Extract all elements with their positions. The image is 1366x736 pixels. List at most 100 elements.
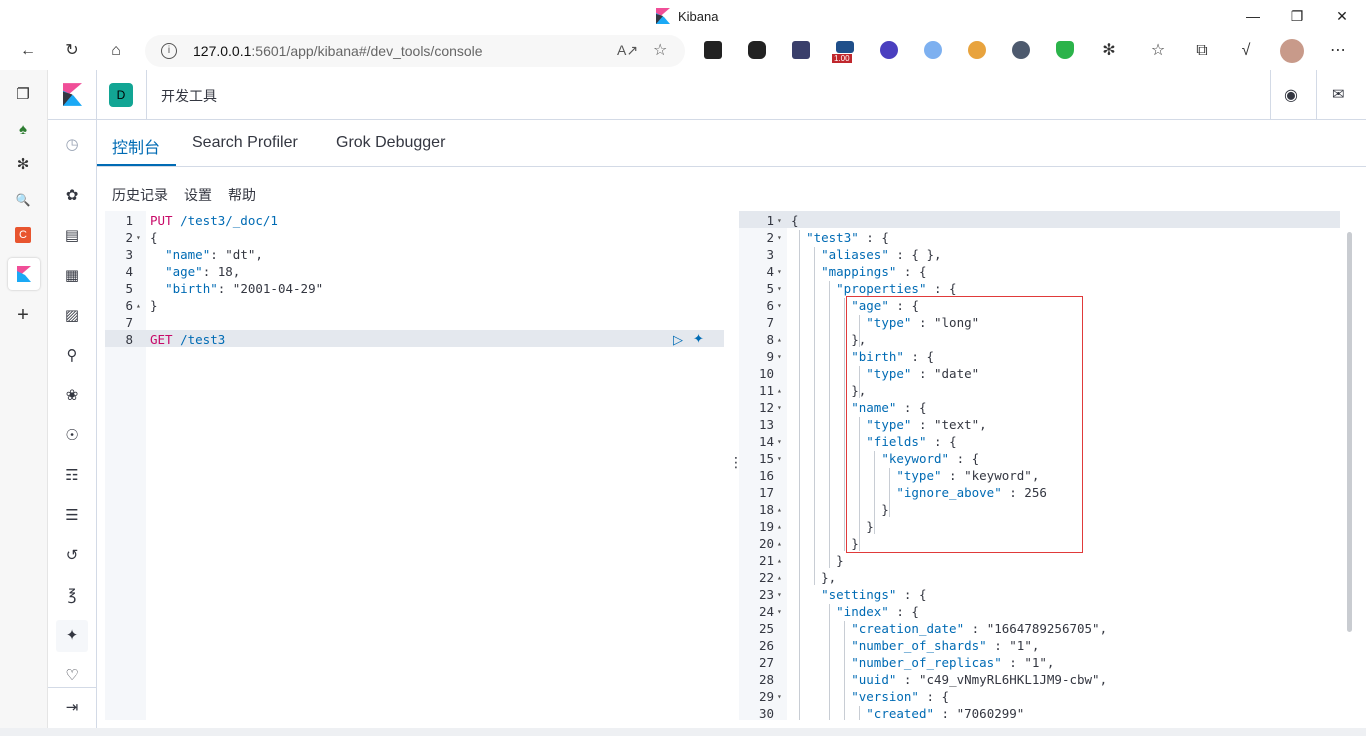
request-editor[interactable]: 1 PUT /test3/_doc/1 2 ▾{3 "name": "dt", 4 "a… <box>105 211 724 720</box>
tab-search-profiler[interactable]: Search Profiler <box>192 134 298 152</box>
canvas-icon[interactable]: ▨ <box>62 306 82 326</box>
extension-icon-6[interactable] <box>924 41 942 59</box>
code-text: "creation_date" : "1664789256705", <box>851 621 1108 636</box>
profile-avatar[interactable] <box>1280 39 1304 63</box>
site-info-icon[interactable]: i <box>161 43 177 59</box>
breadcrumb: 开发工具 <box>161 88 217 104</box>
header-separator <box>1270 70 1271 120</box>
maps-icon[interactable]: ⚲ <box>62 346 82 366</box>
request-line: 4 "age": 18, <box>105 263 724 280</box>
line-number: 15 <box>758 451 774 466</box>
nav-item-dev-tools[interactable]: ✦ <box>56 620 88 652</box>
fold-open-icon[interactable]: ▾ <box>777 433 782 450</box>
tab-console[interactable]: 控制台 <box>112 134 160 158</box>
fold-close-icon[interactable]: ▴ <box>777 552 782 569</box>
sidebar-app-icon-1[interactable]: ♠ <box>13 120 33 140</box>
fold-open-icon[interactable]: ▾ <box>777 586 782 603</box>
extension-icon-2[interactable] <box>748 41 766 59</box>
send-request-icon[interactable]: ▷ <box>673 332 683 348</box>
fold-open-icon[interactable]: ▾ <box>777 229 782 246</box>
more-menu-icon[interactable]: ⋯ <box>1327 40 1349 62</box>
extension-icon-1[interactable] <box>704 41 722 59</box>
extension-icon-4[interactable] <box>836 41 854 53</box>
line-number: 2 <box>766 230 774 245</box>
line-number: 21 <box>758 553 774 568</box>
address-bar[interactable]: i 127.0.0.1:5601/app/kibana#/dev_tools/c… <box>145 35 685 67</box>
help-icon[interactable]: ◉ <box>1284 85 1298 105</box>
apm-icon[interactable]: ☰ <box>62 506 82 526</box>
fold-close-icon[interactable]: ▴ <box>777 331 782 348</box>
line-number: 18 <box>758 502 774 517</box>
monitoring-icon[interactable]: ♡ <box>62 666 82 686</box>
wrench-actions-icon[interactable]: ✦ <box>693 331 704 347</box>
fold-open-icon[interactable]: ▾ <box>777 603 782 620</box>
fold-open-icon[interactable]: ▾ <box>777 297 782 314</box>
window-title: Kibana <box>656 8 718 24</box>
fold-close-icon[interactable]: ▴ <box>777 382 782 399</box>
extension-icon-7[interactable] <box>968 41 986 59</box>
pane-resizer[interactable]: ⋮ <box>724 211 743 720</box>
restore-icon[interactable]: ❐ <box>1287 6 1307 26</box>
line-number: 20 <box>758 536 774 551</box>
response-line: 30 "created" : "7060299" <box>739 705 1352 720</box>
line-number: 19 <box>758 519 774 534</box>
fold-close-icon[interactable]: ▴ <box>777 535 782 552</box>
discover-icon[interactable]: ✿ <box>62 186 82 206</box>
fold-open-icon[interactable]: ▾ <box>777 399 782 416</box>
fold-open-icon[interactable]: ▾ <box>777 280 782 297</box>
code-text: "version" : { <box>851 689 950 704</box>
favorites-icon[interactable]: ☆ <box>1147 40 1169 62</box>
back-icon[interactable]: ← <box>17 40 39 62</box>
response-scrollbar[interactable] <box>1347 232 1352 632</box>
close-icon[interactable]: ✕ <box>1332 6 1352 26</box>
minimize-icon[interactable]: — <box>1243 6 1263 26</box>
sidebar-kibana-item[interactable] <box>8 258 40 290</box>
fold-open-icon[interactable]: ▾ <box>777 348 782 365</box>
fold-close-icon[interactable]: ▴ <box>777 569 782 586</box>
siem-icon[interactable]: ℥ <box>62 586 82 606</box>
fold-close-icon[interactable]: ▴ <box>777 501 782 518</box>
sidebar-app-icon-2[interactable]: ✻ <box>13 155 33 175</box>
add-favorite-icon[interactable]: ☆ <box>653 40 667 60</box>
metrics-icon[interactable]: ☉ <box>62 426 82 446</box>
mail-icon[interactable]: ✉ <box>1332 85 1345 103</box>
search-icon[interactable]: 🔍 <box>13 190 33 210</box>
request-line: 3 "name": "dt", <box>105 246 724 263</box>
read-aloud-icon[interactable]: A↗ <box>617 42 638 59</box>
fold-open-icon[interactable]: ▾ <box>777 263 782 280</box>
fold-open-icon[interactable]: ▾ <box>777 688 782 705</box>
fold-close-icon[interactable]: ▴ <box>136 297 141 314</box>
collections-icon[interactable]: ⧉ <box>1191 40 1213 62</box>
recent-icon[interactable]: ◷ <box>62 135 82 155</box>
help-link[interactable]: 帮助 <box>228 185 256 205</box>
ml-icon[interactable]: ❀ <box>62 386 82 406</box>
space-avatar[interactable]: D <box>109 83 133 107</box>
add-icon[interactable]: + <box>13 305 33 325</box>
shield-extension-icon[interactable] <box>1056 41 1074 59</box>
extension-icon-8[interactable] <box>1012 41 1030 59</box>
visualize-icon[interactable]: ▤ <box>62 226 82 246</box>
math-solver-icon[interactable]: √ <box>1235 40 1257 62</box>
fold-open-icon[interactable]: ▾ <box>777 450 782 467</box>
fold-open-icon[interactable]: ▾ <box>136 229 141 246</box>
uptime-icon[interactable]: ↺ <box>62 546 82 566</box>
extension-icon-3[interactable] <box>792 41 810 59</box>
extension-icon-5[interactable] <box>880 41 898 59</box>
home-icon[interactable]: ⌂ <box>105 40 127 62</box>
sidebar-app-icon-3[interactable]: C <box>15 227 31 243</box>
line-number: 12 <box>758 400 774 415</box>
logs-icon[interactable]: ☶ <box>62 466 82 486</box>
settings-link[interactable]: 设置 <box>184 185 212 205</box>
extensions-icon[interactable]: ✻ <box>1098 40 1120 62</box>
kibana-logo-icon[interactable] <box>63 83 82 106</box>
fold-open-icon[interactable]: ▾ <box>777 212 782 229</box>
history-link[interactable]: 历史记录 <box>112 185 168 205</box>
kibana-header: D 开发工具 ◉ ✉ <box>48 70 1366 120</box>
fold-close-icon[interactable]: ▴ <box>777 518 782 535</box>
collapse-nav-icon[interactable]: ⇥ <box>62 698 82 718</box>
tab-grok-debugger[interactable]: Grok Debugger <box>336 134 445 152</box>
line-number: 30 <box>758 706 774 720</box>
reload-icon[interactable]: ↻ <box>61 40 83 62</box>
dashboard-icon[interactable]: ▦ <box>62 266 82 286</box>
tab-actions-icon[interactable]: ❐ <box>13 85 33 105</box>
